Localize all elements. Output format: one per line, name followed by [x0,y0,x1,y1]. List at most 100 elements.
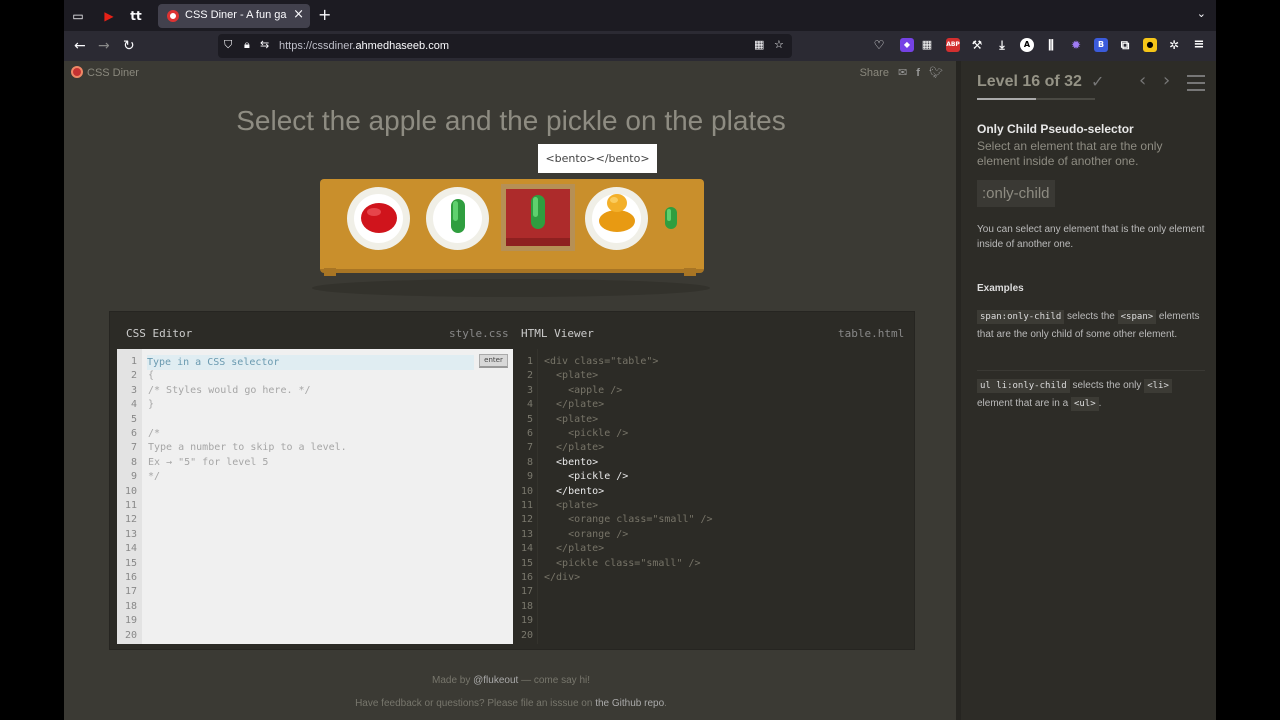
line-number: 17 [520,586,533,598]
css-editor-header: CSS Editor [126,327,193,340]
html-code-line[interactable]: </plate> [544,543,604,554]
html-file-name: table.html [838,327,905,340]
line-number: 11 [520,500,533,511]
lock-icon[interactable]: 🔒︎ [244,38,250,52]
html-code-line[interactable]: <plate> [544,414,598,425]
apple-icon[interactable] [360,201,398,235]
small-pickle-icon[interactable] [664,206,678,230]
url-bar[interactable]: ⛉ 🔒︎ ⇆ https://cssdiner.ahmedhaseeb.com … [218,34,792,58]
line-number: 17 [124,586,137,598]
line-number: 10 [520,485,533,497]
email-icon[interactable]: ✉ [898,67,907,79]
navigation-toolbar: ← → ↻ ⛉ 🔒︎ ⇆ https://cssdiner.ahmedhasee… [64,31,1216,61]
line-number: 13 [124,528,137,540]
html-code-line[interactable]: <orange class="small" /> [544,514,713,525]
html-code-line[interactable]: <pickle /> [544,471,628,482]
html-code-line[interactable]: </plate> [544,442,604,453]
plate-apple[interactable] [347,187,410,250]
wrench-icon[interactable]: ⚒ [970,38,984,52]
css-diner-favicon-icon [167,10,179,22]
browser-window: ▭ ▶ tt CSS Diner - A fun game to help × … [64,0,1216,720]
html-viewer-header: HTML Viewer [521,327,594,340]
line-number: 3 [526,384,533,396]
line-number: 1 [130,356,137,367]
pickle-icon[interactable] [450,198,466,234]
extension-a-icon[interactable]: A [1020,38,1034,52]
html-code-line[interactable]: </div> [544,572,580,583]
tab-list-icon[interactable]: ▭ [70,8,86,24]
plate-pickle[interactable] [426,187,489,250]
css-diner-logo[interactable]: CSS Diner [71,66,139,79]
line-number: 6 [130,428,137,439]
css-selector-input[interactable] [147,355,474,370]
hamburger-menu-icon[interactable]: ≡ [1192,38,1206,52]
line-number: 1 [526,356,533,367]
html-code-line[interactable]: <pickle class="small" /> [544,558,701,569]
forward-arrow-icon[interactable]: → [98,37,110,55]
html-code-line[interactable]: <div class="table"> [544,356,658,367]
adblock-icon[interactable]: ABP [946,38,960,52]
table-leg [684,268,696,276]
facebook-icon[interactable]: f [916,67,920,79]
puzzle-extensions-icon[interactable]: ⧉ [1118,38,1132,52]
line-number: 3 [130,384,137,396]
html-code-line[interactable]: <orange /> [544,529,628,540]
extension-blue-icon[interactable]: B [1094,38,1108,52]
reader-grid-icon[interactable]: ▦ [754,38,764,51]
css-code-line: } [148,399,155,411]
extension-purple-icon[interactable]: ◆ [900,38,914,52]
pinned-tab-icon[interactable]: tt [128,8,144,24]
order-title: Select the apple and the pickle on the p… [236,105,786,136]
example-1: span:only-child selects the <span> eleme… [977,310,1200,340]
line-number: 12 [124,514,137,526]
line-number: 13 [520,528,533,540]
next-level-chevron-icon[interactable]: › [1163,70,1170,91]
pocket-icon[interactable]: ♡ [872,38,886,52]
html-code-line[interactable]: <apple /> [544,385,622,396]
css-code-line: Ex → "5" for level 5 [148,456,269,468]
html-code-line[interactable]: </plate> [544,399,604,410]
twitter-icon[interactable]: 🐦︎ [929,67,943,79]
level-progress-bar [977,98,1095,100]
bookmark-star-icon[interactable]: ☆ [774,38,784,51]
reload-icon[interactable]: ↻ [123,37,135,55]
bento-box[interactable] [501,184,575,251]
close-tab-icon[interactable]: × [293,7,304,22]
extension-gear-icon[interactable]: ✹ [1069,38,1083,52]
youtube-pinned-tab-icon[interactable]: ▶ [101,8,117,24]
html-code-line[interactable]: </bento> [544,486,604,497]
tab-css-diner[interactable]: CSS Diner - A fun game to help × [158,4,310,28]
back-arrow-icon[interactable]: ← [74,37,86,55]
pickle-in-bento-icon[interactable] [530,194,546,230]
url-text[interactable]: https://cssdiner.ahmedhaseeb.com [279,40,449,52]
library-icon[interactable]: ⫼ [1044,38,1058,52]
examples-divider [977,370,1205,371]
html-code-line[interactable]: <plate> [544,500,598,511]
tracking-shield-icon[interactable]: ⛉ [224,38,232,52]
downloads-icon[interactable]: ⤓ [995,38,1009,52]
element-tooltip: <bento></bento> [538,144,657,173]
selector-name: Only Child Pseudo-selector [977,122,1134,136]
previous-level-chevron-icon[interactable]: ‹ [1139,70,1146,91]
extensions-grid-icon[interactable]: ▦ [920,38,934,52]
permissions-icon[interactable]: ⇆ [260,38,269,51]
new-tab-plus-icon[interactable]: + [318,5,331,24]
orange-stack-icon[interactable] [598,191,636,233]
plate-oranges[interactable] [585,187,648,250]
html-code-line[interactable]: <pickle /> [544,428,628,439]
footer-feedback: Have feedback or questions? Please file … [355,698,667,709]
enter-button[interactable]: enter [479,354,508,368]
level-indicator[interactable]: Level 16 of 32 [977,73,1082,91]
selector-title: Select an element that are the only elem… [977,139,1163,168]
github-repo-link[interactable]: the Github repo [595,698,664,709]
flukeout-link[interactable]: @flukeout [473,675,518,686]
html-code-line[interactable]: <bento> [544,457,598,468]
level-menu-icon[interactable] [1187,75,1205,96]
settings-gear-icon[interactable]: ✲ [1167,38,1181,52]
list-all-tabs-chevron-icon[interactable]: ⌄ [1197,7,1206,20]
line-number: 9 [130,471,137,483]
game-area: CSS Diner Share ✉ f 🐦︎ Select the apple … [64,61,956,720]
html-code-line[interactable]: <plate> [544,370,598,381]
extension-yellow-icon[interactable]: ● [1143,38,1157,52]
line-number: 20 [520,629,533,641]
